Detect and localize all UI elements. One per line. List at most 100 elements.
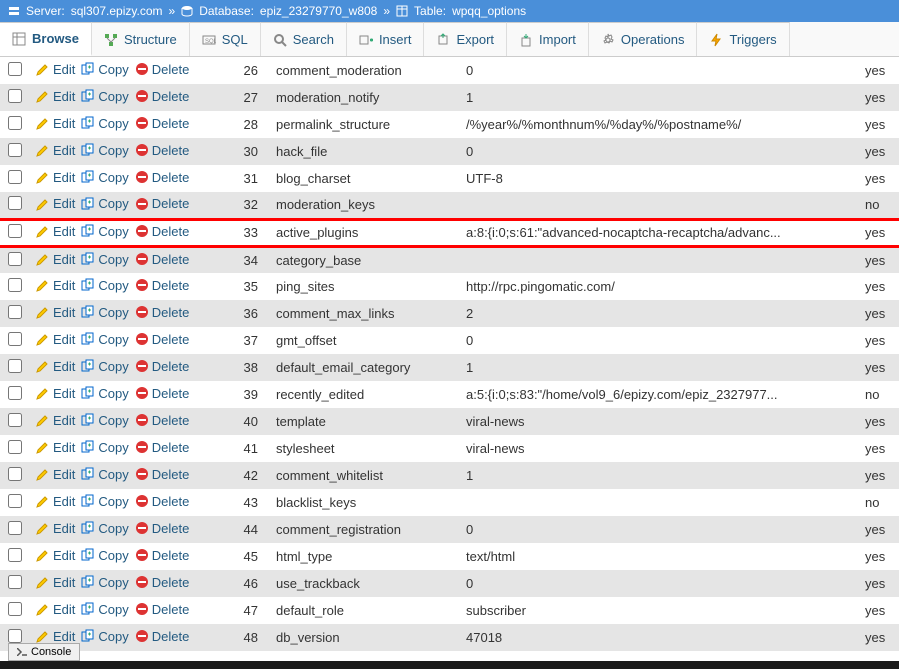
edit-link[interactable]: Edit <box>36 143 75 158</box>
copy-link[interactable]: Copy <box>81 602 128 617</box>
row-checkbox[interactable] <box>8 386 22 400</box>
delete-link[interactable]: Delete <box>135 386 190 401</box>
tab-operations[interactable]: Operations <box>589 22 698 56</box>
row-checkbox[interactable] <box>8 116 22 130</box>
copy-link[interactable]: Copy <box>81 386 128 401</box>
copy-link[interactable]: Copy <box>81 143 128 158</box>
edit-link[interactable]: Edit <box>36 359 75 374</box>
delete-link[interactable]: Delete <box>135 467 190 482</box>
row-checkbox[interactable] <box>8 602 22 616</box>
tab-insert[interactable]: Insert <box>347 22 425 56</box>
delete-link[interactable]: Delete <box>135 252 190 267</box>
edit-link[interactable]: Edit <box>36 602 75 617</box>
delete-link[interactable]: Delete <box>135 278 190 293</box>
table-link[interactable]: wpqq_options <box>452 4 526 18</box>
edit-link[interactable]: Edit <box>36 305 75 320</box>
copy-link[interactable]: Copy <box>81 521 128 536</box>
edit-link[interactable]: Edit <box>36 440 75 455</box>
delete-link[interactable]: Delete <box>135 440 190 455</box>
copy-link[interactable]: Copy <box>81 359 128 374</box>
edit-link[interactable]: Edit <box>36 521 75 536</box>
row-checkbox[interactable] <box>8 332 22 346</box>
delete-link[interactable]: Delete <box>135 62 190 77</box>
edit-link[interactable]: Edit <box>36 467 75 482</box>
tab-structure[interactable]: Structure <box>92 22 190 56</box>
delete-link[interactable]: Delete <box>135 575 190 590</box>
delete-link[interactable]: Delete <box>135 196 190 211</box>
row-checkbox[interactable] <box>8 521 22 535</box>
copy-link[interactable]: Copy <box>81 170 128 185</box>
edit-link[interactable]: Edit <box>36 332 75 347</box>
edit-link[interactable]: Edit <box>36 62 75 77</box>
edit-link[interactable]: Edit <box>36 629 75 644</box>
row-checkbox[interactable] <box>8 143 22 157</box>
edit-link[interactable]: Edit <box>36 386 75 401</box>
row-checkbox[interactable] <box>8 548 22 562</box>
edit-link[interactable]: Edit <box>36 170 75 185</box>
delete-link[interactable]: Delete <box>135 521 190 536</box>
copy-link[interactable]: Copy <box>81 116 128 131</box>
delete-link[interactable]: Delete <box>135 602 190 617</box>
row-checkbox[interactable] <box>8 359 22 373</box>
row-checkbox[interactable] <box>8 494 22 508</box>
tab-search[interactable]: Search <box>261 22 347 56</box>
edit-link[interactable]: Edit <box>36 575 75 590</box>
tab-sql[interactable]: SQLSQL <box>190 22 261 56</box>
delete-link[interactable]: Delete <box>135 359 190 374</box>
copy-link[interactable]: Copy <box>81 305 128 320</box>
copy-link[interactable]: Copy <box>81 575 128 590</box>
tab-browse[interactable]: Browse <box>0 22 92 56</box>
copy-link[interactable]: Copy <box>81 629 128 644</box>
delete-link[interactable]: Delete <box>135 224 190 239</box>
edit-link[interactable]: Edit <box>36 494 75 509</box>
server-link[interactable]: sql307.epizy.com <box>71 4 163 18</box>
copy-link[interactable]: Copy <box>81 332 128 347</box>
console-button[interactable]: Console <box>8 643 80 661</box>
copy-link[interactable]: Copy <box>81 440 128 455</box>
db-link[interactable]: epiz_23279770_w808 <box>260 4 377 18</box>
edit-link[interactable]: Edit <box>36 224 75 239</box>
row-checkbox[interactable] <box>8 629 22 643</box>
delete-link[interactable]: Delete <box>135 413 190 428</box>
delete-link[interactable]: Delete <box>135 89 190 104</box>
row-checkbox[interactable] <box>8 252 22 266</box>
delete-link[interactable]: Delete <box>135 305 190 320</box>
edit-link[interactable]: Edit <box>36 252 75 267</box>
delete-link[interactable]: Delete <box>135 332 190 347</box>
row-checkbox[interactable] <box>8 196 22 210</box>
row-checkbox[interactable] <box>8 89 22 103</box>
delete-link[interactable]: Delete <box>135 494 190 509</box>
delete-link[interactable]: Delete <box>135 548 190 563</box>
delete-link[interactable]: Delete <box>135 170 190 185</box>
copy-link[interactable]: Copy <box>81 196 128 211</box>
edit-link[interactable]: Edit <box>36 89 75 104</box>
copy-link[interactable]: Copy <box>81 89 128 104</box>
edit-link[interactable]: Edit <box>36 413 75 428</box>
edit-link[interactable]: Edit <box>36 548 75 563</box>
delete-link[interactable]: Delete <box>135 143 190 158</box>
copy-link[interactable]: Copy <box>81 548 128 563</box>
copy-link[interactable]: Copy <box>81 413 128 428</box>
row-checkbox[interactable] <box>8 440 22 454</box>
delete-link[interactable]: Delete <box>135 629 190 644</box>
row-checkbox[interactable] <box>8 278 22 292</box>
edit-link[interactable]: Edit <box>36 278 75 293</box>
row-checkbox[interactable] <box>8 467 22 481</box>
row-checkbox[interactable] <box>8 170 22 184</box>
row-checkbox[interactable] <box>8 305 22 319</box>
row-checkbox[interactable] <box>8 62 22 76</box>
copy-link[interactable]: Copy <box>81 278 128 293</box>
row-checkbox[interactable] <box>8 224 22 238</box>
copy-link[interactable]: Copy <box>81 62 128 77</box>
copy-link[interactable]: Copy <box>81 467 128 482</box>
copy-link[interactable]: Copy <box>81 494 128 509</box>
row-checkbox[interactable] <box>8 575 22 589</box>
tab-triggers[interactable]: Triggers <box>697 22 789 56</box>
row-checkbox[interactable] <box>8 413 22 427</box>
delete-link[interactable]: Delete <box>135 116 190 131</box>
tab-import[interactable]: Import <box>507 22 589 56</box>
copy-link[interactable]: Copy <box>81 224 128 239</box>
edit-link[interactable]: Edit <box>36 196 75 211</box>
tab-export[interactable]: Export <box>424 22 507 56</box>
edit-link[interactable]: Edit <box>36 116 75 131</box>
